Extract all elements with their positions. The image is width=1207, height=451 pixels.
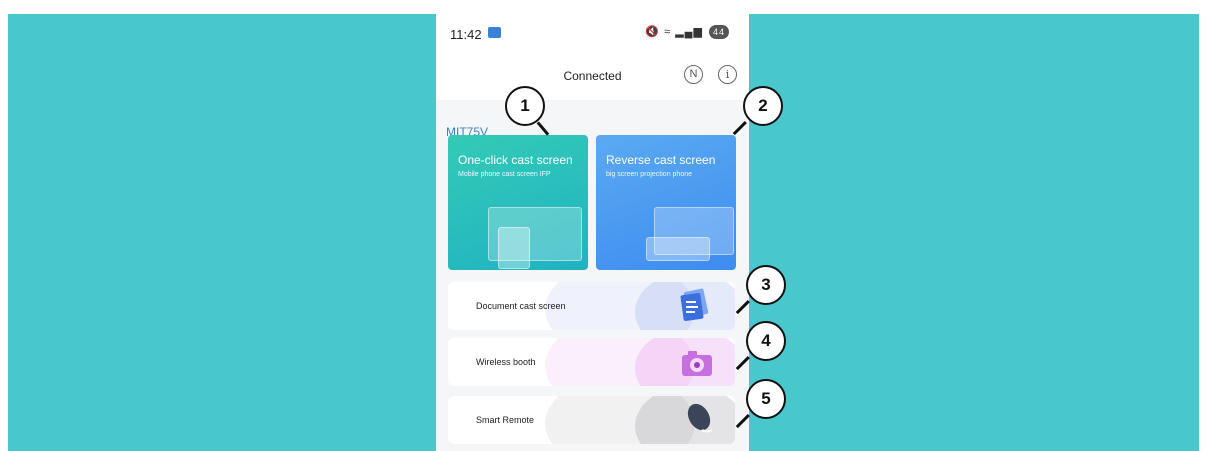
wireless-booth-card[interactable]: Wireless booth xyxy=(448,338,735,386)
reverse-cast-screen-card[interactable]: Reverse cast screen big screen projectio… xyxy=(596,135,736,270)
wifi-icon: ≈ xyxy=(664,26,672,38)
phone-screen: 11:42 🔇 ≈ ▂▄▆ 44 Connected N i MIT75V On… xyxy=(436,14,749,451)
card-title: One-click cast screen xyxy=(458,153,573,167)
one-click-cast-screen-card[interactable]: One-click cast screen Mobile phone cast … xyxy=(448,135,588,270)
card-label: Document cast screen xyxy=(476,301,566,311)
phone-illustration xyxy=(646,237,710,261)
callout-2: 2 xyxy=(743,86,783,126)
callout-5: 5 xyxy=(746,379,786,419)
phone-illustration xyxy=(498,227,530,269)
status-bar: 11:42 🔇 ≈ ▂▄▆ 44 xyxy=(436,14,749,52)
nfc-icon[interactable]: N xyxy=(684,65,703,84)
callout-1: 1 xyxy=(505,86,545,126)
signal-icon: ▂▄▆ xyxy=(675,26,703,38)
card-subtitle: Mobile phone cast screen IFP xyxy=(458,171,551,178)
battery-icon: 44 xyxy=(709,25,729,39)
card-label: Smart Remote xyxy=(476,415,535,425)
card-title: Reverse cast screen xyxy=(606,153,716,167)
camera-icon xyxy=(682,351,712,376)
document-icon xyxy=(680,288,709,322)
callout-3: 3 xyxy=(746,265,786,305)
remote-mouse-icon xyxy=(687,403,713,433)
card-subtitle: big screen projection phone xyxy=(606,171,693,178)
system-status-icons: 🔇 ≈ ▂▄▆ 44 xyxy=(645,25,729,39)
smart-remote-card[interactable]: Smart Remote xyxy=(448,396,735,444)
message-notification-icon xyxy=(488,27,501,38)
app-bar: Connected N i xyxy=(436,52,749,100)
info-icon[interactable]: i xyxy=(718,65,737,84)
mute-icon: 🔇 xyxy=(645,26,661,38)
document-cast-screen-card[interactable]: Document cast screen xyxy=(448,282,735,330)
callout-4: 4 xyxy=(746,321,786,361)
card-label: Wireless booth xyxy=(476,357,536,367)
status-time: 11:42 xyxy=(450,27,482,42)
